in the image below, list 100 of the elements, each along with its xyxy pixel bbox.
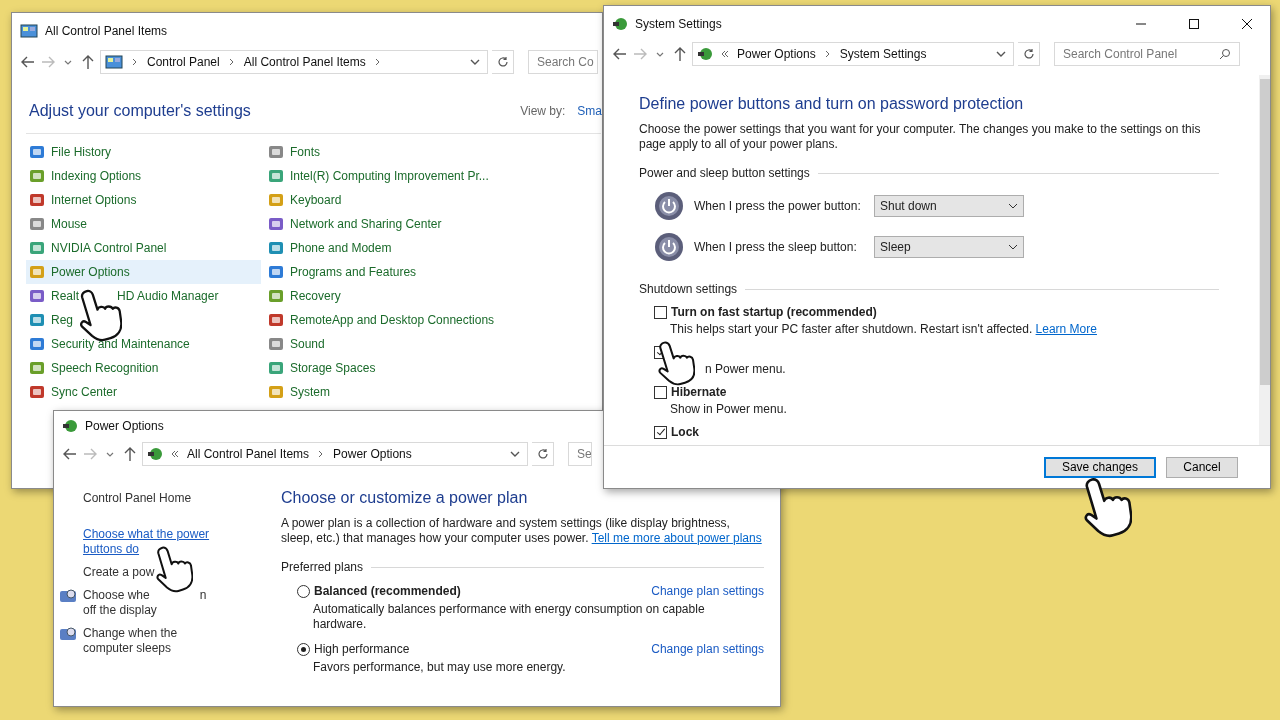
- sidebar-link[interactable]: Choose what the power buttons do: [59, 527, 243, 557]
- applet-link[interactable]: Reg: [26, 308, 261, 332]
- checkbox[interactable]: [654, 425, 667, 439]
- applet-link[interactable]: Keyboard: [265, 188, 565, 212]
- window-title: System Settings: [635, 16, 722, 31]
- applet-link[interactable]: Phone and Modem: [265, 236, 565, 260]
- option-description: Show in Power menu.: [670, 402, 788, 416]
- chevron-right-icon: [227, 58, 236, 66]
- checkbox[interactable]: [654, 305, 667, 319]
- view-by-label: View by:: [520, 104, 566, 118]
- scrollbar[interactable]: [1259, 75, 1270, 445]
- applet-link[interactable]: Realt HD Audio Manager: [26, 284, 261, 308]
- applet-link[interactable]: Internet Options: [26, 188, 261, 212]
- address-bar[interactable]: All Control Panel Items Power Options: [142, 442, 528, 466]
- search-field[interactable]: Se: [568, 442, 592, 466]
- applet-icon: [268, 240, 284, 256]
- option-description: This helps start your PC faster after shutdown. Restart isn't affected. Learn More: [670, 322, 1098, 336]
- control-panel-icon: [105, 54, 123, 70]
- up-icon[interactable]: [80, 54, 96, 70]
- change-plan-link[interactable]: Change plan settings: [651, 584, 764, 598]
- power-icon: [654, 191, 684, 221]
- applet-link[interactable]: Security and Maintenance: [26, 332, 261, 356]
- control-panel-icon: [20, 23, 38, 39]
- refresh-button[interactable]: [1018, 42, 1040, 66]
- dialog-button[interactable]: Save changes: [1043, 456, 1156, 478]
- search-field[interactable]: Search Control Panel: [1054, 42, 1240, 66]
- sidebar-link[interactable]: Control Panel Home: [59, 491, 243, 506]
- applet-link[interactable]: Power Options: [26, 260, 261, 284]
- hand-cursor-icon: [153, 545, 193, 593]
- up-icon[interactable]: [672, 46, 688, 62]
- action-dropdown[interactable]: Shut down: [874, 195, 1024, 217]
- applet-icon: [29, 288, 45, 304]
- applet-link[interactable]: Speech Recognition: [26, 356, 261, 380]
- refresh-icon: [496, 56, 509, 68]
- address-bar[interactable]: Power Options System Settings: [692, 42, 1014, 66]
- plan-name: High performance: [314, 642, 411, 656]
- window-title: All Control Panel Items: [45, 24, 168, 38]
- applet-icon: [268, 288, 284, 304]
- applet-link[interactable]: System: [265, 380, 565, 404]
- breadcrumb-item[interactable]: All Control Panel Items: [243, 55, 366, 69]
- chevron-down-icon: [1008, 242, 1018, 252]
- breadcrumb-item[interactable]: All Control Panel Items: [187, 447, 310, 461]
- change-plan-link[interactable]: Change plan settings: [651, 642, 764, 656]
- address-bar[interactable]: Control Panel All Control Panel Items: [100, 50, 488, 74]
- sidebar-link[interactable]: Choose whe n off the display: [59, 588, 219, 618]
- option-label: Hibernate: [671, 385, 727, 399]
- applet-link[interactable]: Mouse: [26, 212, 261, 236]
- applet-link[interactable]: NVIDIA Control Panel: [26, 236, 261, 260]
- option-label: Lock: [671, 425, 699, 439]
- applet-icon: [268, 336, 284, 352]
- action-dropdown[interactable]: Sleep: [874, 236, 1024, 258]
- applet-icon: [268, 360, 284, 376]
- help-link[interactable]: Tell me more about power plans: [591, 531, 762, 545]
- applet-link[interactable]: Intel(R) Computing Improvement Pr...: [265, 164, 565, 188]
- applet-link[interactable]: Sync Center: [26, 380, 261, 404]
- setting-label: When I press the power button:: [694, 199, 862, 213]
- breadcrumb-item[interactable]: System Settings: [839, 47, 927, 61]
- applet-link[interactable]: Network and Sharing Center: [265, 212, 565, 236]
- learn-more-link[interactable]: Learn More: [1035, 322, 1097, 336]
- applet-link[interactable]: Programs and Features: [265, 260, 565, 284]
- option-label: Turn on fast startup (recommended): [671, 305, 877, 319]
- plug-icon: [62, 418, 78, 434]
- applet-icon: [29, 240, 45, 256]
- breadcrumb-item[interactable]: Control Panel: [147, 55, 220, 69]
- back-icon[interactable]: [612, 46, 628, 62]
- applet-link[interactable]: Storage Spaces: [265, 356, 565, 380]
- applet-icon: [29, 384, 45, 400]
- applet-icon: [268, 264, 284, 280]
- overflow-icon[interactable]: [721, 50, 729, 58]
- overflow-icon[interactable]: [171, 450, 179, 458]
- view-by-value[interactable]: Sma: [577, 104, 602, 118]
- plan-description: Automatically balances performance with energy consumption on capable hardware.: [313, 602, 706, 632]
- applet-link[interactable]: Recovery: [265, 284, 565, 308]
- page-heading: Adjust your computer's settings: [29, 102, 251, 120]
- applet-icon: [29, 336, 45, 352]
- applet-icon: [268, 312, 284, 328]
- refresh-icon: [536, 448, 549, 460]
- applet-link[interactable]: Fonts: [265, 140, 565, 164]
- dialog-button[interactable]: Cancel: [1166, 456, 1238, 478]
- refresh-button[interactable]: [532, 442, 554, 466]
- search-field[interactable]: Search Co: [528, 50, 598, 74]
- applet-link[interactable]: RemoteApp and Desktop Connections: [265, 308, 565, 332]
- chevron-right-icon: [373, 58, 382, 66]
- applet-link[interactable]: File History: [26, 140, 261, 164]
- chevron-down-icon: [1008, 201, 1018, 211]
- refresh-button[interactable]: [492, 50, 514, 74]
- sidebar-link[interactable]: Change when the computer sleeps: [59, 626, 219, 656]
- section-label: Power and sleep button settings: [639, 166, 810, 180]
- sidebar-link[interactable]: Create a pow: [59, 565, 243, 580]
- setting-label: When I press the sleep button:: [694, 240, 858, 254]
- up-icon[interactable]: [122, 446, 138, 462]
- back-icon[interactable]: [20, 54, 36, 70]
- back-icon[interactable]: [62, 446, 78, 462]
- hand-cursor-icon: [655, 340, 695, 386]
- applet-link[interactable]: Sound: [265, 332, 565, 356]
- checkbox[interactable]: [654, 385, 667, 399]
- applet-icon: [29, 144, 45, 160]
- applet-link[interactable]: Indexing Options: [26, 164, 261, 188]
- breadcrumb-item[interactable]: Power Options: [737, 47, 816, 61]
- breadcrumb-item[interactable]: Power Options: [333, 447, 412, 461]
